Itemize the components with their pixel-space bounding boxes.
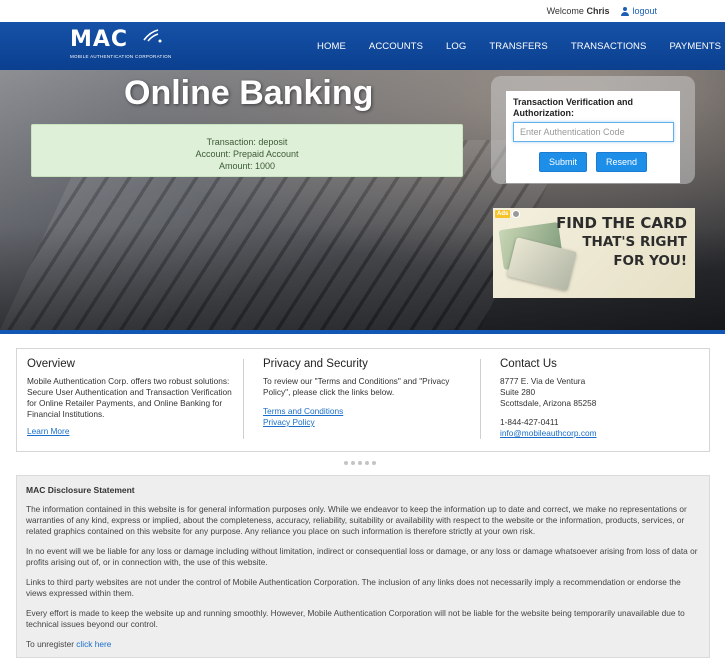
transaction-summary: Transaction: deposit Account: Prepaid Ac…	[31, 124, 463, 177]
welcome-text: Welcome Chris	[547, 6, 610, 16]
address-line-2: Suite 280	[500, 387, 536, 397]
learn-more-link[interactable]: Learn More	[27, 426, 233, 437]
nav-accounts[interactable]: ACCOUNTS	[369, 41, 423, 52]
ad-line-1: FIND THE CARD	[556, 214, 687, 232]
signal-icon	[143, 29, 162, 43]
privacy-column: Privacy and Security To review our "Term…	[244, 358, 481, 439]
address-line-3: Scottsdale, Arizona 85258	[500, 398, 597, 408]
top-bar: Welcome Chris logout	[0, 0, 725, 22]
email-link[interactable]: info@mobileauthcorp.com	[500, 428, 699, 439]
logo-tagline: MOBILE AUTHENTICATION CORPORATION	[70, 54, 172, 59]
terms-link[interactable]: Terms and Conditions	[263, 406, 470, 417]
phone-number: 1-844-427-0411	[500, 417, 559, 427]
unregister-link[interactable]: click here	[76, 639, 111, 649]
unregister-prefix: To unregister	[26, 639, 74, 649]
transaction-type: Transaction: deposit	[206, 137, 288, 147]
overview-column: Overview Mobile Authentication Corp. off…	[17, 358, 244, 439]
divider-strip	[0, 330, 725, 334]
auth-form: Transaction Verification and Authorizati…	[506, 91, 680, 183]
welcome-prefix: Welcome	[546, 6, 584, 16]
hero-banner: Online Banking Transaction: deposit Acco…	[0, 70, 725, 330]
transaction-account: Account: Prepaid Account	[195, 149, 299, 159]
privacy-heading: Privacy and Security	[263, 358, 368, 370]
nav-transactions[interactable]: TRANSACTIONS	[571, 41, 647, 52]
contact-heading: Contact Us	[500, 358, 557, 370]
nav-log[interactable]: LOG	[446, 41, 466, 52]
mac-logo[interactable]: MAC MOBILE AUTHENTICATION CORPORATION	[70, 28, 172, 64]
disclosure-paragraph: Every effort is made to keep the website…	[26, 608, 685, 629]
carousel-dot[interactable]	[365, 461, 369, 465]
ad-text: FIND THE CARD THAT'S RIGHT FOR YOU!	[556, 214, 687, 271]
ad-info-icon[interactable]	[512, 210, 521, 218]
address-line-1: 8777 E. Via de Ventura	[500, 376, 586, 386]
overview-heading: Overview	[27, 358, 75, 370]
auth-code-input[interactable]: Enter Authentication Code	[513, 122, 674, 142]
carousel-dot[interactable]	[344, 461, 348, 465]
auth-panel: Transaction Verification and Authorizati…	[491, 76, 695, 184]
username: Chris	[586, 6, 610, 16]
nav-payments[interactable]: PAYMENTS	[669, 41, 721, 52]
nav-home[interactable]: HOME	[317, 41, 346, 52]
info-section: Overview Mobile Authentication Corp. off…	[16, 348, 710, 452]
disclosure-paragraph: The information contained in this websit…	[26, 504, 687, 536]
nav-transfers[interactable]: TRANSFERS	[489, 41, 547, 52]
carousel-dots[interactable]	[344, 461, 376, 465]
contact-column: Contact Us 8777 E. Via de Ventura Suite …	[481, 358, 709, 451]
auth-buttons: Submit Resend	[513, 152, 673, 172]
ad-banner[interactable]: Ads FIND THE CARD THAT'S RIGHT FOR YOU!	[493, 208, 695, 298]
nav-links: HOME ACCOUNTS LOG TRANSFERS TRANSACTIONS…	[317, 22, 725, 70]
page-title: Online Banking	[124, 74, 374, 112]
ad-line-2: THAT'S RIGHT	[582, 234, 687, 250]
disclosure-section: MAC Disclosure Statement The information…	[16, 475, 710, 658]
overview-body: Mobile Authentication Corp. offers two r…	[27, 376, 232, 419]
ad-badge[interactable]: Ads	[495, 210, 521, 218]
auth-label: Transaction Verification and Authorizati…	[513, 97, 634, 118]
logout-label: logout	[632, 6, 657, 16]
logout-link[interactable]: logout	[621, 6, 657, 16]
carousel-dot[interactable]	[372, 461, 376, 465]
ad-line-3: FOR YOU!	[613, 253, 687, 269]
transaction-amount: Amount: 1000	[218, 161, 276, 171]
unregister-text: To unregister click here	[26, 639, 700, 650]
carousel-dot[interactable]	[351, 461, 355, 465]
disclosure-paragraph: In no event will we be liable for any lo…	[26, 546, 698, 567]
privacy-body: To review our "Terms and Conditions" and…	[263, 376, 450, 397]
disclosure-paragraph: Links to third party websites are not un…	[26, 577, 681, 598]
privacy-policy-link[interactable]: Privacy Policy	[263, 417, 470, 428]
user-icon	[621, 6, 630, 16]
main-nav: MAC MOBILE AUTHENTICATION CORPORATION HO…	[0, 22, 725, 70]
disclosure-heading: MAC Disclosure Statement	[26, 485, 135, 495]
ad-badge-label: Ads	[495, 210, 511, 218]
resend-button[interactable]: Resend	[595, 152, 648, 172]
carousel-dot[interactable]	[358, 461, 362, 465]
submit-button[interactable]: Submit	[538, 152, 587, 172]
